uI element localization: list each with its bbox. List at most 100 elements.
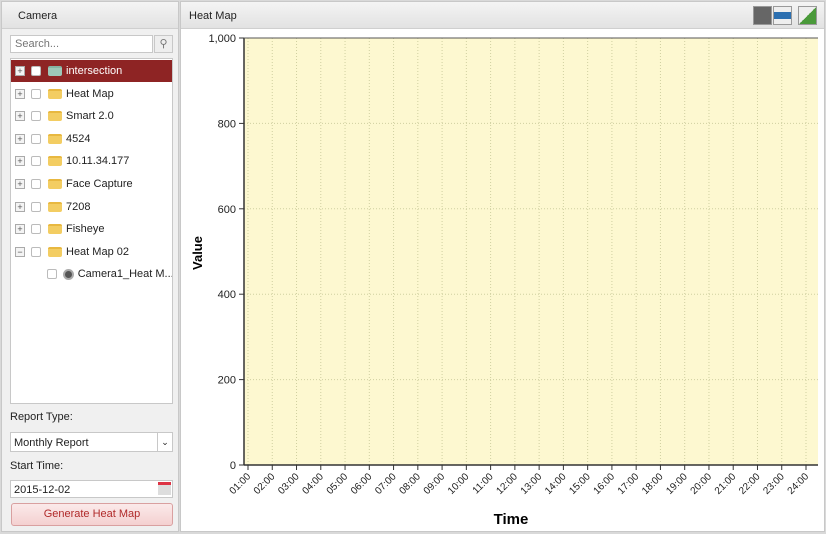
- tree-item[interactable]: Camera1_Heat M...: [11, 263, 172, 285]
- tree-item-label: intersection: [66, 65, 123, 77]
- chevron-down-icon[interactable]: ⌄: [157, 433, 172, 451]
- checkbox[interactable]: [31, 66, 41, 76]
- tree-item[interactable]: +10.11.34.177: [11, 150, 172, 172]
- folder-icon: [48, 246, 62, 257]
- expand-icon[interactable]: +: [15, 66, 25, 76]
- x-tick-label: 06:00: [349, 471, 375, 497]
- y-tick-label: 800: [218, 118, 236, 130]
- checkbox[interactable]: [47, 269, 57, 280]
- tree-item-label: 10.11.34.177: [66, 155, 130, 168]
- line-chart-icon[interactable]: [753, 6, 772, 25]
- start-time-input[interactable]: 2015-12-02: [10, 480, 173, 498]
- expand-icon[interactable]: +: [15, 156, 25, 167]
- report-type-select[interactable]: Monthly Report ⌄: [10, 432, 173, 452]
- x-tick-label: 12:00: [495, 471, 521, 497]
- checkbox[interactable]: [31, 88, 41, 99]
- tree-item[interactable]: + Fisheye: [11, 218, 172, 240]
- tree-item[interactable]: + Heat Map: [11, 83, 172, 105]
- x-tick-label: 01:00: [228, 471, 254, 497]
- checkbox[interactable]: [31, 201, 41, 212]
- folder-icon: [48, 156, 62, 167]
- folder-icon: [48, 201, 62, 212]
- x-tick-label: 07:00: [373, 471, 399, 497]
- tree-item-label: Smart 2.0: [66, 110, 114, 123]
- y-tick-label: 400: [218, 289, 236, 301]
- x-axis-label: Time: [494, 511, 529, 528]
- x-tick-label: 04:00: [300, 471, 326, 497]
- tree-item-label: 7208: [66, 200, 91, 213]
- x-tick-label: 16:00: [592, 471, 618, 497]
- search-icon[interactable]: ⚲: [154, 35, 173, 53]
- expand-icon[interactable]: +: [15, 111, 25, 122]
- x-tick-label: 19:00: [664, 471, 690, 497]
- tree-item-label: Heat Map: [66, 87, 114, 100]
- x-tick-label: 15:00: [567, 471, 593, 497]
- x-tick-label: 14:00: [543, 471, 569, 497]
- x-tick-label: 03:00: [276, 471, 302, 497]
- x-tick-label: 10:00: [446, 471, 472, 497]
- calendar-icon[interactable]: [158, 482, 171, 495]
- export-icon[interactable]: [798, 6, 817, 25]
- tree-item-label: Face Capture: [66, 178, 133, 190]
- x-tick-label: 21:00: [713, 471, 739, 497]
- checkbox[interactable]: [31, 179, 41, 189]
- expand-icon[interactable]: −: [15, 246, 25, 257]
- plot-area: [244, 38, 818, 465]
- expand-icon[interactable]: +: [15, 133, 25, 144]
- folder-icon: [48, 133, 62, 144]
- report-type-value: Monthly Report: [14, 437, 89, 449]
- checkbox[interactable]: [31, 156, 41, 167]
- x-tick-label: 13:00: [519, 471, 545, 497]
- x-tick-label: 22:00: [737, 471, 763, 497]
- checkbox[interactable]: [31, 133, 41, 144]
- tree-item-label: Camera1_Heat M...: [77, 268, 172, 281]
- expand-icon[interactable]: +: [15, 201, 25, 212]
- search-input[interactable]: [10, 35, 153, 53]
- camera-panel-title: Camera: [2, 2, 178, 29]
- report-type-label: Report Type:: [10, 411, 73, 423]
- heat-map-title: Heat Map: [181, 2, 824, 29]
- checkbox[interactable]: [31, 111, 41, 122]
- tree-item[interactable]: +4524: [11, 128, 172, 150]
- start-time-label: Start Time:: [10, 460, 64, 472]
- camera-tree: + intersection + Heat Map + Smart 2.0 +4524 +10…: [10, 58, 173, 404]
- expand-icon[interactable]: +: [15, 88, 25, 99]
- tree-item[interactable]: − Heat Map 02: [11, 241, 172, 263]
- x-tick-label: 09:00: [422, 471, 448, 497]
- folder-icon: [48, 111, 62, 122]
- generate-heat-map-button[interactable]: Generate Heat Map: [11, 503, 173, 526]
- chart: 0 200 400 600 800 1,000 01:0002:0003:0004:0005…: [190, 33, 818, 528]
- tree-item[interactable]: + Smart 2.0: [11, 105, 172, 127]
- expand-icon[interactable]: +: [15, 179, 25, 189]
- y-tick-label: 0: [230, 460, 236, 472]
- camera-panel: Camera ⚲ + intersection + Heat Map + Smart 2.…: [1, 1, 179, 532]
- tree-item-label: Fisheye: [66, 223, 105, 236]
- heat-map-panel: Heat Map 0 200 400 600 800 1,000 01:00 02:00 03:…: [180, 1, 825, 532]
- tree-item[interactable]: +7208: [11, 196, 172, 218]
- tree-item[interactable]: + Face Capture: [11, 173, 172, 195]
- folder-icon: [48, 66, 62, 76]
- x-tick-label: 23:00: [761, 471, 787, 497]
- x-tick-label: 20:00: [689, 471, 715, 497]
- folder-icon: [48, 88, 62, 99]
- start-time-value: 2015-12-02: [14, 484, 71, 496]
- tree-item[interactable]: + intersection: [11, 60, 172, 82]
- tree-item-label: 4524: [66, 132, 91, 145]
- x-tick-label: 18:00: [640, 471, 666, 497]
- x-tick-label: 17:00: [616, 471, 642, 497]
- tree-item-label: Heat Map 02: [66, 245, 129, 258]
- y-tick-label: 600: [218, 204, 236, 216]
- x-tick-label: 02:00: [252, 471, 278, 497]
- y-axis-label: Value: [190, 236, 205, 270]
- y-tick-label: 200: [218, 375, 236, 387]
- folder-icon: [48, 224, 62, 235]
- y-tick-label: 1,000: [208, 33, 236, 45]
- checkbox[interactable]: [31, 246, 41, 257]
- camera-icon: [62, 268, 74, 280]
- x-tick-label: 08:00: [397, 471, 423, 497]
- x-tick-label: 11:00: [471, 471, 496, 496]
- checkbox[interactable]: [31, 224, 41, 235]
- heat-map-image-icon[interactable]: [773, 6, 792, 25]
- x-tick-label: 05:00: [325, 471, 351, 497]
- expand-icon[interactable]: +: [15, 224, 25, 235]
